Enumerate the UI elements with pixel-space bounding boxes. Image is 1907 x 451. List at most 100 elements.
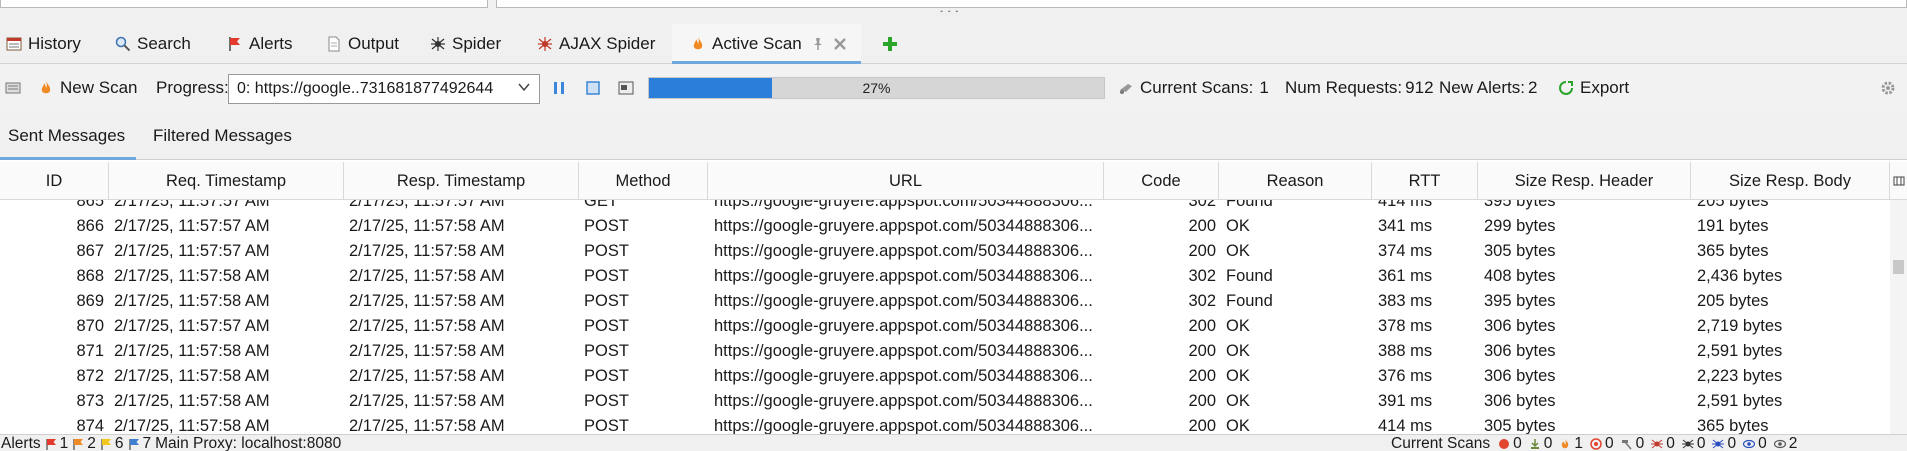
pause-button[interactable] — [551, 80, 567, 96]
tab-history[interactable]: History — [6, 24, 81, 64]
column-header[interactable]: Reason — [1219, 162, 1372, 200]
column-chooser-button[interactable] — [1890, 162, 1907, 200]
cell-code: 200 — [1188, 242, 1216, 260]
scan-count-value: 0 — [1758, 435, 1767, 451]
column-header[interactable]: Resp. Timestamp — [344, 162, 579, 200]
alerts-label: Alerts — [1, 435, 41, 451]
column-header[interactable]: URL — [708, 162, 1104, 200]
tab-search[interactable]: Search — [115, 24, 191, 64]
flag-icon — [128, 438, 139, 450]
stop-icon — [586, 81, 600, 95]
cell-req-timestamp: 2/17/25, 11:57:58 AM — [114, 292, 270, 310]
cell-reason: OK — [1226, 317, 1250, 335]
tab-ajax-spider[interactable]: AJAX Spider — [537, 24, 655, 64]
alert-count[interactable]: 7 — [128, 435, 152, 451]
panel-icon — [5, 80, 21, 96]
cell-code: 200 — [1188, 317, 1216, 335]
stop-button[interactable] — [585, 80, 601, 96]
progress-select[interactable]: 0: https://google..731681877492644 — [228, 74, 540, 104]
column-header[interactable]: Code — [1104, 162, 1219, 200]
alert-count-value: 7 — [142, 435, 152, 451]
scan-count[interactable]: 0 — [1590, 435, 1614, 451]
scan-count-value: 0 — [1666, 435, 1675, 451]
scan-panel-button[interactable] — [5, 64, 21, 112]
subtab-label: Sent Messages — [8, 126, 126, 145]
close-icon[interactable] — [832, 36, 848, 52]
table-row[interactable]: 867 2/17/25, 11:57:57 AM 2/17/25, 11:57:58… — [0, 239, 1890, 264]
cell-resp-timestamp: 2/17/25, 11:57:58 AM — [349, 317, 505, 335]
table-row[interactable]: 874 2/17/25, 11:57:58 AM 2/17/25, 11:57:58… — [0, 414, 1890, 434]
column-header[interactable]: Method — [579, 162, 708, 200]
tab-output[interactable]: Output — [326, 24, 399, 64]
top-right-field[interactable] — [496, 0, 1907, 8]
cell-resp-timestamp: 2/17/25, 11:57:58 AM — [349, 417, 505, 434]
scan-gun-icon — [1118, 80, 1134, 96]
scan-count[interactable]: 0 — [1529, 435, 1552, 451]
scan-options-button[interactable] — [618, 80, 634, 96]
num-requests-info: Num Requests: 912 — [1285, 64, 1434, 112]
settings-button[interactable] — [1880, 80, 1896, 96]
alert-count[interactable]: 6 — [100, 435, 124, 451]
table-row[interactable]: 870 2/17/25, 11:57:57 AM 2/17/25, 11:57:58… — [0, 314, 1890, 339]
top-left-field[interactable] — [0, 0, 488, 8]
cell-id: 874 — [76, 417, 104, 434]
alert-count[interactable]: 1 — [45, 435, 68, 451]
scan-count[interactable]: 0 — [1621, 435, 1644, 451]
column-header[interactable]: Req. Timestamp — [109, 162, 344, 200]
scan-count[interactable]: 1 — [1559, 435, 1583, 451]
table-row[interactable]: 871 2/17/25, 11:57:58 AM 2/17/25, 11:57:58… — [0, 339, 1890, 364]
column-header[interactable]: Size Resp. Body — [1691, 162, 1890, 200]
cell-id: 871 — [76, 342, 104, 360]
cell-size-header: 306 bytes — [1484, 317, 1556, 335]
cell-reason: OK — [1226, 342, 1250, 360]
cell-rtt: 341 ms — [1378, 217, 1433, 235]
pin-icon[interactable] — [810, 36, 826, 52]
table-row[interactable]: 868 2/17/25, 11:57:58 AM 2/17/25, 11:57:58… — [0, 264, 1890, 289]
cell-resp-timestamp: 2/17/25, 11:57:58 AM — [349, 292, 505, 310]
vertical-scrollbar[interactable] — [1890, 200, 1907, 434]
cell-req-timestamp: 2/17/25, 11:57:58 AM — [114, 342, 270, 360]
cell-reason: OK — [1226, 217, 1250, 235]
cell-req-timestamp: 2/17/25, 11:57:58 AM — [114, 267, 270, 285]
current-scans-summary: Current Scans 0 0 1 0 0 0 0 0 0 2 — [1391, 435, 1797, 451]
scan-count[interactable]: 0 — [1681, 435, 1705, 451]
scrollbar-thumb[interactable] — [1893, 260, 1904, 274]
cell-url: https://google-gruyere.appspot.com/50344… — [714, 392, 1093, 410]
current-scans-label: Current Scans: — [1140, 78, 1254, 97]
cell-resp-timestamp: 2/17/25, 11:57:58 AM — [349, 242, 505, 260]
cell-url: https://google-gruyere.appspot.com/50344… — [714, 200, 1093, 210]
cell-reason: OK — [1226, 367, 1250, 385]
tab-active-scan[interactable]: Active Scan — [672, 24, 861, 64]
column-header[interactable]: Size Resp. Header — [1478, 162, 1691, 200]
tab-label: History — [28, 34, 81, 53]
table-row[interactable]: 869 2/17/25, 11:57:58 AM 2/17/25, 11:57:58… — [0, 289, 1890, 314]
cell-size-body: 191 bytes — [1697, 217, 1769, 235]
add-tab-button[interactable] — [882, 24, 898, 64]
new-scan-button[interactable]: New Scan — [38, 64, 137, 112]
cell-req-timestamp: 2/17/25, 11:57:58 AM — [114, 392, 270, 410]
cell-method: POST — [584, 242, 629, 260]
tab-filtered-messages[interactable]: Filtered Messages — [145, 112, 300, 160]
scan-count[interactable]: 0 — [1498, 435, 1522, 451]
tab-alerts[interactable]: Alerts — [227, 24, 292, 64]
progress-percent: 27% — [862, 80, 891, 96]
table-row[interactable]: 872 2/17/25, 11:57:58 AM 2/17/25, 11:57:58… — [0, 364, 1890, 389]
table-row[interactable]: 866 2/17/25, 11:57:57 AM 2/17/25, 11:57:58… — [0, 214, 1890, 239]
table-row[interactable]: 865 2/17/25, 11:57:57 AM 2/17/25, 11:57:57… — [0, 200, 1890, 214]
scan-count[interactable]: 0 — [1651, 435, 1675, 451]
column-header[interactable]: ID — [0, 162, 109, 200]
scan-count[interactable]: 2 — [1773, 435, 1797, 451]
column-header[interactable]: RTT — [1372, 162, 1478, 200]
scan-count[interactable]: 0 — [1743, 435, 1767, 451]
new-scan-label: New Scan — [60, 78, 138, 97]
tab-sent-messages[interactable]: Sent Messages — [0, 112, 136, 160]
client-spider-icon — [1712, 439, 1725, 448]
cell-method: POST — [584, 417, 629, 434]
cell-size-header: 306 bytes — [1484, 342, 1556, 360]
tab-spider[interactable]: Spider — [430, 24, 501, 64]
export-button[interactable]: Export — [1558, 64, 1629, 112]
alert-count[interactable]: 2 — [72, 435, 96, 451]
table-row[interactable]: 873 2/17/25, 11:57:58 AM 2/17/25, 11:57:58… — [0, 389, 1890, 414]
cell-code: 200 — [1188, 342, 1216, 360]
scan-count[interactable]: 0 — [1712, 435, 1736, 451]
